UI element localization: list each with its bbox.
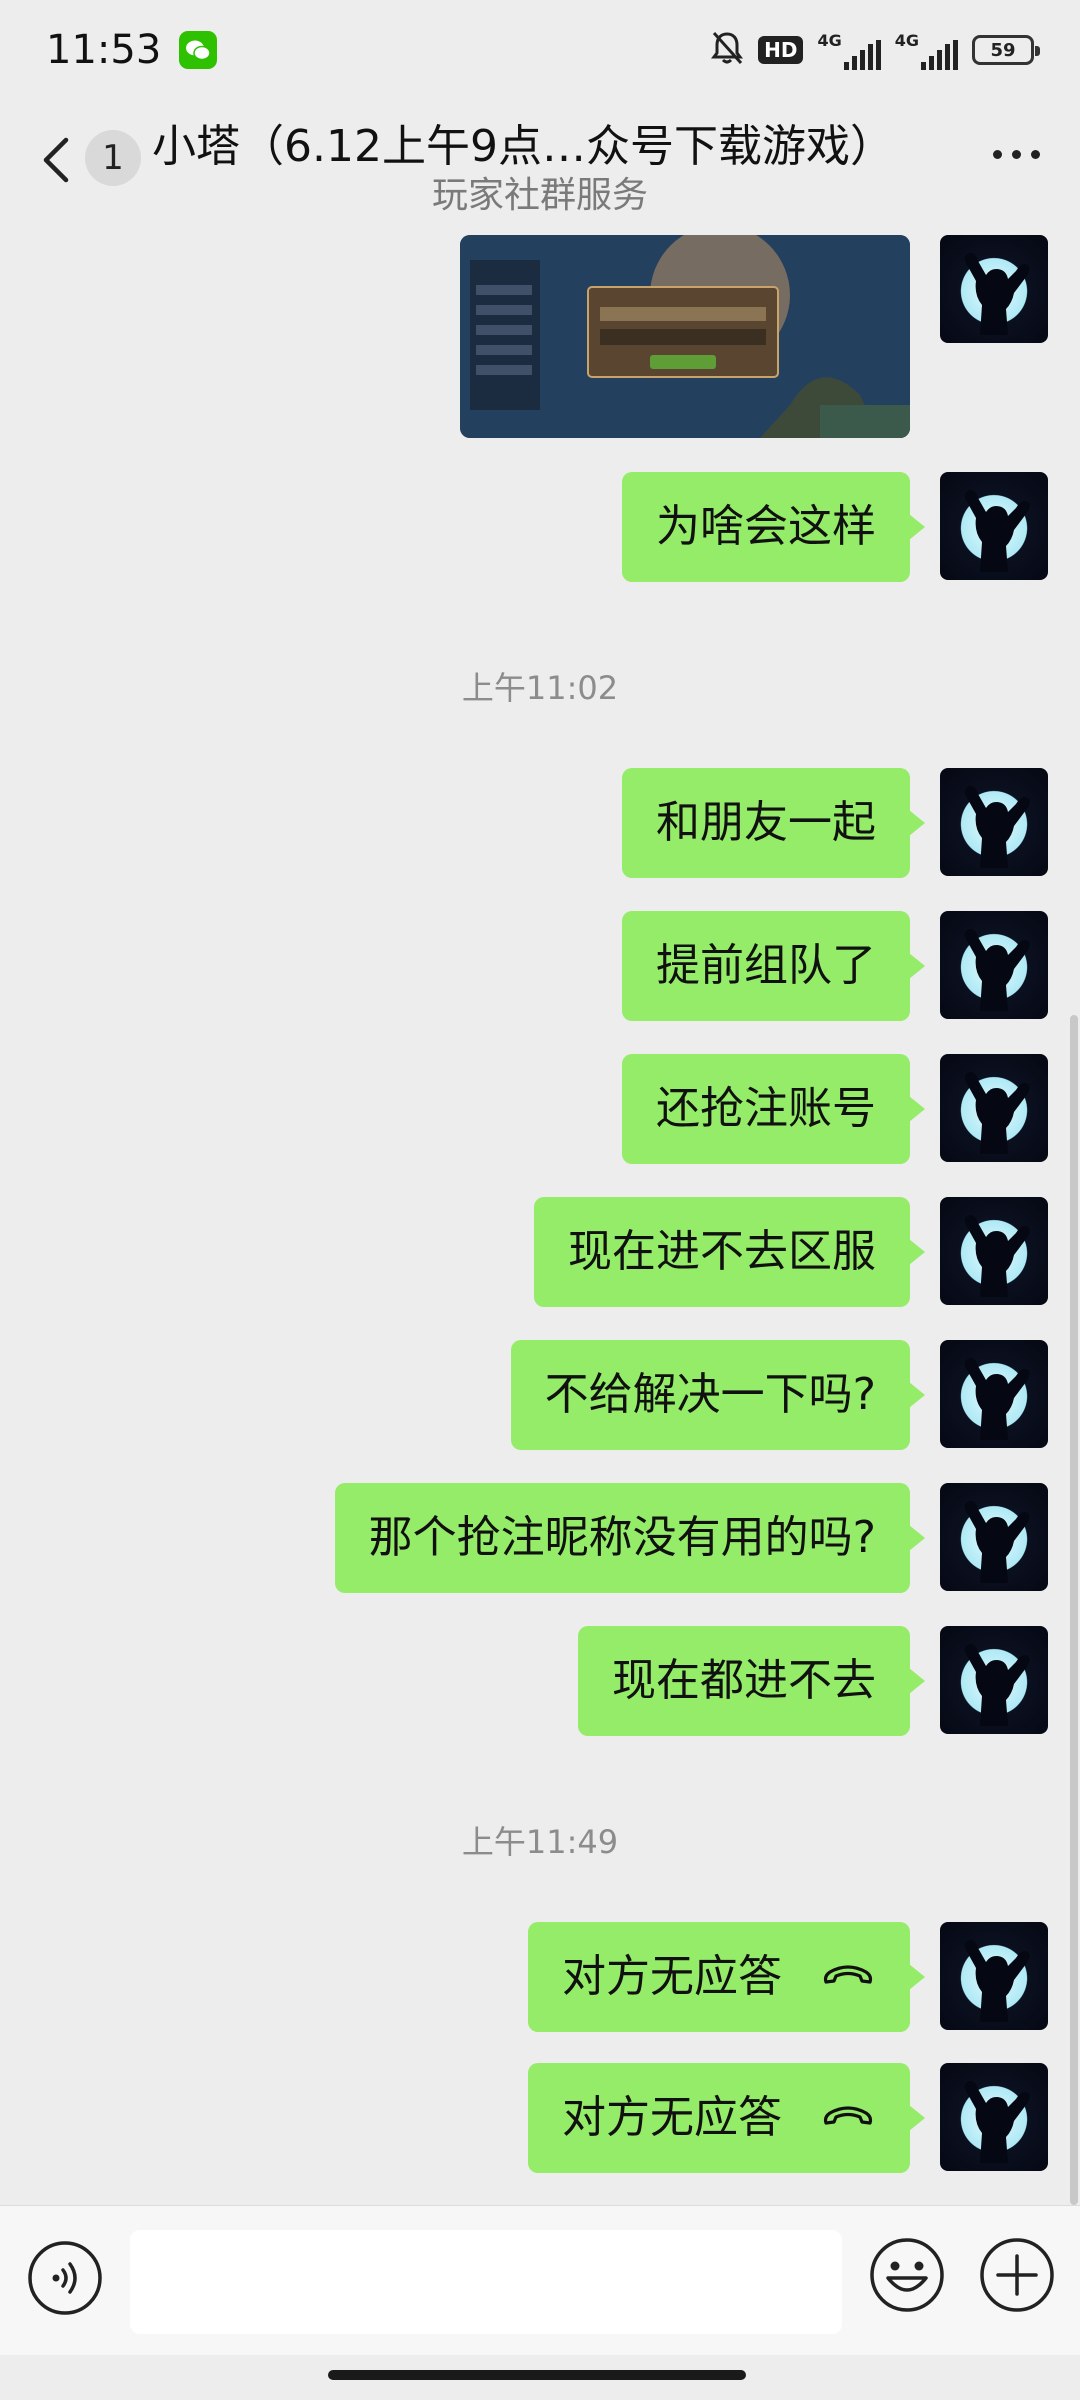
message-input[interactable]: [130, 2230, 842, 2334]
mute-bell-icon: [710, 30, 744, 70]
message-bubble[interactable]: 和朋友一起: [622, 768, 925, 878]
plus-icon: [980, 2238, 1054, 2312]
game-screenshot-image: [460, 235, 910, 438]
image-message[interactable]: [460, 235, 910, 438]
call-end-icon: [823, 2106, 873, 2125]
status-bar: 11:53 HD 4G 4G 59: [0, 0, 1080, 100]
voice-button[interactable]: [26, 2239, 104, 2317]
voice-icon: [28, 2241, 102, 2315]
signal-1: 4G: [817, 31, 881, 70]
signal-2: 4G: [895, 31, 958, 70]
avatar[interactable]: [940, 1197, 1048, 1305]
status-time: 11:53: [46, 27, 162, 73]
avatar[interactable]: [940, 2063, 1048, 2171]
timestamp: 上午11:49: [461, 1823, 619, 1861]
message-bubble[interactable]: 现在都进不去: [578, 1626, 925, 1736]
scrollbar[interactable]: [1070, 1015, 1078, 2205]
call-end-icon: [823, 1965, 873, 1984]
more-icon: [992, 149, 1002, 159]
timestamp: 上午11:02: [461, 669, 619, 707]
avatar[interactable]: [940, 472, 1048, 580]
message-bubble[interactable]: 提前组队了: [622, 911, 925, 1021]
avatar[interactable]: [940, 235, 1048, 343]
avatar[interactable]: [940, 1922, 1048, 2030]
wechat-icon: [179, 31, 218, 69]
hd-badge: HD: [758, 36, 804, 64]
emoji-icon: [870, 2238, 944, 2312]
call-record-bubble[interactable]: 对方无应答: [528, 2063, 925, 2173]
message-bubble[interactable]: 不给解决一下吗?: [510, 1340, 926, 1450]
more-button[interactable]: [986, 144, 1046, 164]
signal-bars-icon: [921, 39, 958, 70]
chat-title: 小塔（6.12上午9点…众号下载游戏）: [152, 121, 894, 172]
avatar[interactable]: [940, 768, 1048, 876]
call-record-bubble[interactable]: 对方无应答: [528, 1922, 925, 2032]
call-status-label: 对方无应答: [562, 1951, 782, 2002]
battery-indicator: 59: [972, 35, 1040, 65]
message-bubble[interactable]: 那个抢注昵称没有用的吗?: [334, 1483, 926, 1593]
avatar[interactable]: [940, 1054, 1048, 1162]
more-functions-button[interactable]: [978, 2236, 1056, 2314]
avatar[interactable]: [940, 911, 1048, 1019]
avatar[interactable]: [940, 1340, 1048, 1448]
chat-subtitle: 玩家社群服务: [431, 175, 648, 216]
signal-bars-icon: [843, 39, 881, 70]
message-list[interactable]: 为啥会这样 上午11:02 和朋友一起 提前组队了 还抢注账号 现在进不去区服 …: [0, 225, 1080, 2205]
message-bubble[interactable]: 为啥会这样: [622, 472, 925, 582]
avatar[interactable]: [940, 1483, 1048, 1591]
message-bubble[interactable]: 现在进不去区服: [534, 1197, 925, 1307]
home-indicator[interactable]: [328, 2370, 746, 2380]
chat-header: 1 小塔（6.12上午9点…众号下载游戏） 玩家社群服务: [0, 100, 1080, 225]
message-bubble[interactable]: 还抢注账号: [622, 1054, 925, 1164]
avatar[interactable]: [940, 1626, 1048, 1734]
emoji-button[interactable]: [868, 2236, 946, 2314]
status-icons: HD 4G 4G 59: [710, 30, 1040, 70]
call-status-label: 对方无应答: [562, 2092, 782, 2143]
input-bar: [0, 2205, 1080, 2355]
